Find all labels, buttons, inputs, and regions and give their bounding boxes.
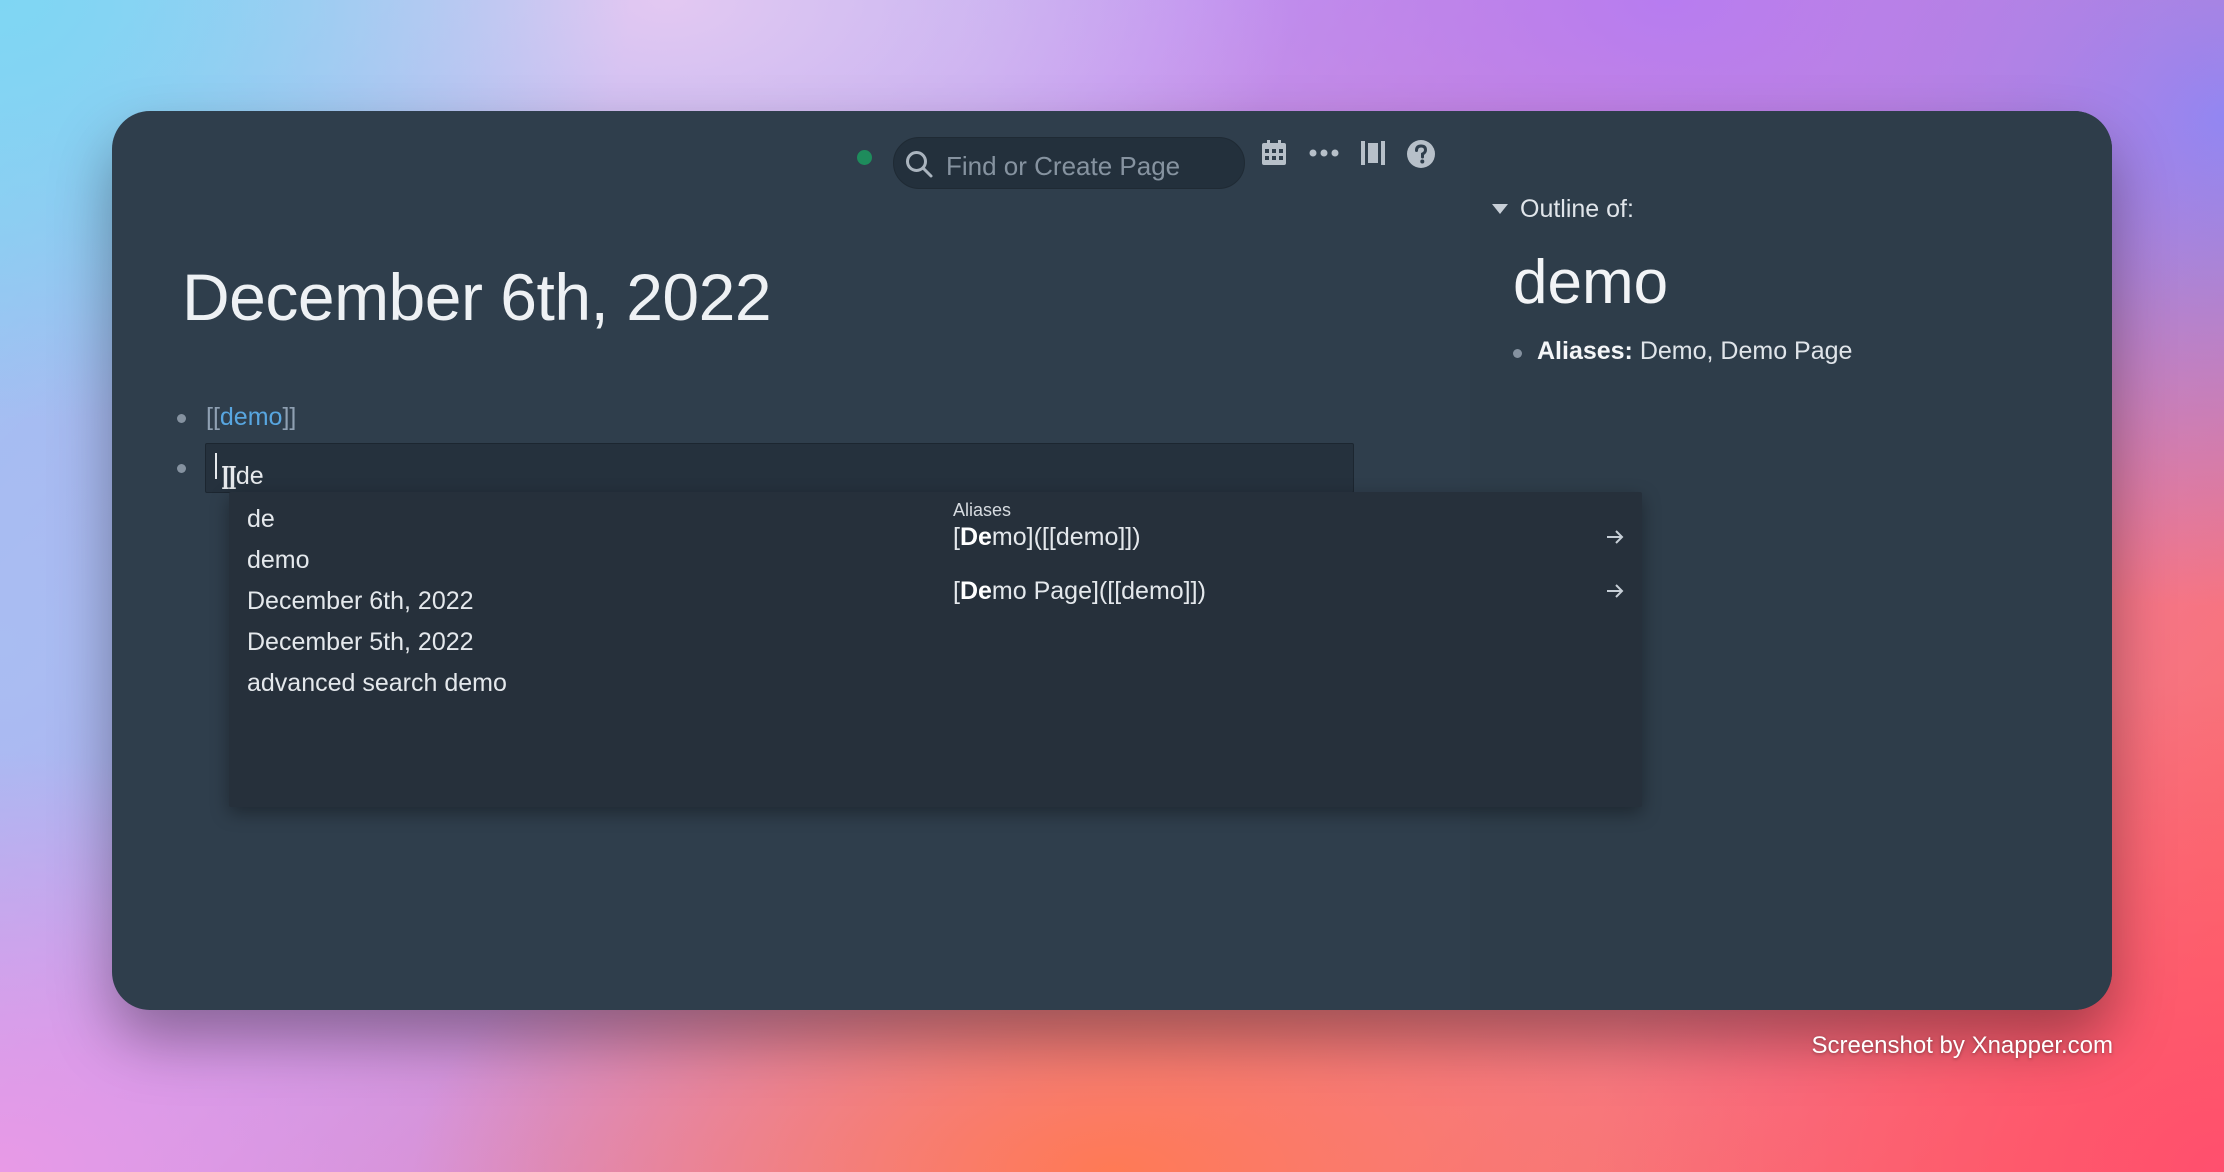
autocomplete-popup: de demo December 6th, 2022 December 5th,… xyxy=(229,492,1642,807)
autocomplete-item[interactable]: December 5th, 2022 xyxy=(247,628,474,657)
app-window: Find or Create Page December 6th, 2022 [… xyxy=(112,111,2112,1010)
search-input[interactable]: Find or Create Page xyxy=(893,137,1245,189)
alias-text: mo]([[demo]]) xyxy=(991,523,1141,551)
outline-label: Outline of: xyxy=(1520,195,1634,223)
alias-text: mo Page]([[demo]]) xyxy=(991,577,1206,605)
watermark: Screenshot by Xnapper.com xyxy=(1811,1032,2113,1059)
sync-status-dot xyxy=(857,150,872,165)
block-bullet[interactable] xyxy=(177,464,186,473)
help-icon[interactable] xyxy=(1406,139,1436,169)
alias-text: [ xyxy=(953,577,960,605)
editor-text-after-caret: ]] xyxy=(222,462,236,490)
block-bullet[interactable] xyxy=(1513,349,1522,358)
autocomplete-item[interactable]: advanced search demo xyxy=(247,669,507,698)
more-icon[interactable] xyxy=(1308,139,1340,167)
link-bracket: ]] xyxy=(282,403,297,431)
autocomplete-item[interactable]: demo xyxy=(247,546,310,575)
block-bullet[interactable] xyxy=(177,414,186,423)
page-title[interactable]: December 6th, 2022 xyxy=(182,259,772,335)
sidebar-page-title[interactable]: demo xyxy=(1513,247,1668,318)
alias-match: De xyxy=(959,523,992,551)
alias-item[interactable]: [Demo]([[demo]]) xyxy=(953,517,1625,557)
alias-item[interactable]: [Demo Page]([[demo]]) xyxy=(953,571,1625,611)
autocomplete-item[interactable]: de xyxy=(247,505,275,534)
arrow-right-icon xyxy=(1607,584,1624,598)
property-value: Demo, Demo Page xyxy=(1632,337,1853,365)
outline-toggle[interactable]: Outline of: xyxy=(1492,195,1634,224)
property-label: Aliases: xyxy=(1537,337,1633,365)
toolbar: Find or Create Page xyxy=(112,125,2112,189)
page-link[interactable]: demo xyxy=(220,403,283,431)
sidebar-toggle-icon[interactable] xyxy=(1359,139,1387,167)
block-content[interactable]: [[demo]] xyxy=(206,403,296,432)
aliases-property[interactable]: Aliases: Demo, Demo Page xyxy=(1537,337,1852,366)
search-placeholder: Find or Create Page xyxy=(946,151,1181,181)
link-bracket: [[ xyxy=(206,403,220,431)
autocomplete-item[interactable]: December 6th, 2022 xyxy=(247,587,474,616)
text-caret xyxy=(215,453,217,479)
alias-text: [ xyxy=(953,523,960,551)
caret-down-icon xyxy=(1492,204,1508,214)
block-editor[interactable]: [[de]] xyxy=(205,443,1354,493)
calendar-icon[interactable] xyxy=(1260,139,1288,167)
search-icon xyxy=(906,151,933,178)
arrow-right-icon xyxy=(1607,530,1624,544)
alias-match: De xyxy=(959,577,992,605)
